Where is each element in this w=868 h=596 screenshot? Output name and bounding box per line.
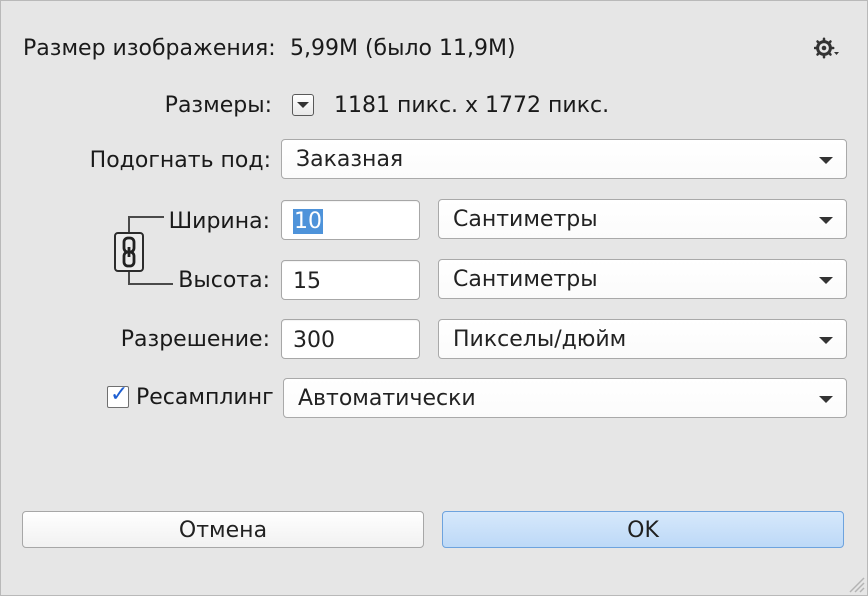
chain-link-icon [122,236,136,268]
resample-label: Ресамплинг [136,385,274,410]
resize-grip-icon[interactable] [847,575,865,593]
cancel-button[interactable]: Отмена [22,511,424,548]
resample-checkbox[interactable]: ✓ [107,382,129,408]
resolution-label: Разрешение: [120,327,270,352]
checkmark-icon: ✓ [110,382,129,407]
image-size-value: 5,99M (было 11,9M) [290,36,516,61]
chevron-down-icon [819,337,833,344]
gear-icon [813,37,839,59]
dimensions-value: 1181 пикс. x 1772 пикс. [334,93,610,118]
image-size-dialog: Размер изображения: 5,99M (было 11,9M) Р… [0,0,868,596]
height-input-value: 15 [293,269,321,294]
constrain-proportions-button[interactable] [114,232,144,272]
settings-gear-button[interactable] [813,37,840,61]
link-bracket-top-vertical [128,216,130,232]
chevron-down-icon [819,396,833,403]
link-bracket-top-horizontal [129,216,164,218]
chevron-down-icon [819,157,833,164]
fit-to-label: Подогнать под: [89,148,271,173]
resolution-input-value: 300 [293,328,335,353]
width-input[interactable]: 10 [281,200,420,240]
height-unit-dropdown[interactable]: Сантиметры [438,259,847,299]
link-bracket-bottom-horizontal [129,283,173,285]
ok-button[interactable]: OK [442,511,844,548]
chevron-down-icon [297,102,309,108]
height-label: Высота: [178,268,270,293]
height-unit-selected-value: Сантиметры [453,267,598,292]
resample-dropdown[interactable]: Автоматически [283,378,847,418]
resolution-unit-dropdown[interactable]: Пикселы/дюйм [438,319,847,359]
dimensions-unit-menu-button[interactable] [292,94,314,116]
resolution-unit-selected-value: Пикселы/дюйм [453,327,627,352]
image-size-label: Размер изображения: [23,36,276,61]
resolution-input[interactable]: 300 [281,319,420,359]
fit-to-selected-value: Заказная [296,147,404,172]
width-unit-selected-value: Сантиметры [453,207,598,232]
chevron-down-icon [819,217,833,224]
width-unit-dropdown[interactable]: Сантиметры [438,199,847,239]
width-label: Ширина: [168,209,270,234]
resample-selected-value: Автоматически [298,386,476,411]
chevron-down-icon [819,277,833,284]
dimensions-label: Размеры: [164,93,272,118]
fit-to-dropdown[interactable]: Заказная [281,139,847,179]
height-input[interactable]: 15 [281,260,420,300]
width-input-value: 10 [293,209,323,234]
